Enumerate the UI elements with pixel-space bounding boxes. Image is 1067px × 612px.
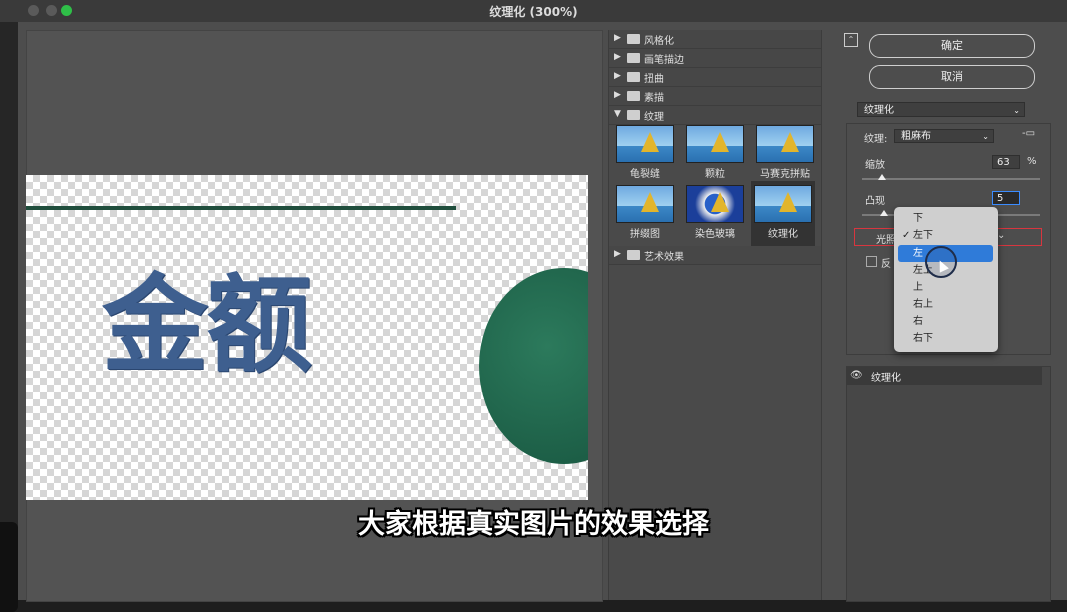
gallery-group-brush-strokes[interactable]: ▶ 画笔描边 — [609, 49, 821, 68]
filter-select-value: 纹理化 — [864, 105, 894, 116]
scale-label: 缩放 — [865, 160, 885, 171]
light-option-bottom[interactable]: 下 — [894, 210, 998, 227]
gallery-group-artistic[interactable]: ▶ 艺术效果 — [609, 246, 821, 265]
thumb-grain[interactable]: 颗粒 — [683, 125, 747, 180]
effect-layer-row[interactable]: 👁 纹理化 — [846, 367, 1042, 385]
effect-layers-panel — [846, 366, 1051, 602]
thumbnail-image — [754, 185, 812, 223]
thumbnail-image — [616, 125, 674, 163]
canvas-text: 金额 — [102, 264, 312, 387]
gallery-group-sketch[interactable]: ▶ 素描 — [609, 87, 821, 106]
folder-icon — [627, 34, 640, 44]
scale-unit: % — [1027, 156, 1037, 167]
light-option-bottom-left[interactable]: ✓ 左下 — [894, 227, 998, 244]
chevron-down-icon: ▼ — [614, 109, 621, 119]
gallery-group-stylize[interactable]: ▶ 风格化 — [609, 30, 821, 49]
chevron-down-icon: ⌄ — [1013, 106, 1020, 115]
chevron-right-icon: ▶ — [614, 90, 621, 100]
gallery-group-texture[interactable]: ▼ 纹理 — [609, 106, 821, 125]
folder-icon — [627, 53, 640, 63]
effect-layer-label: 纹理化 — [871, 373, 901, 384]
canvas-line-shape — [26, 206, 456, 210]
invert-checkbox[interactable] — [866, 256, 877, 267]
light-option-right[interactable]: 右 — [894, 313, 998, 330]
texture-thumbnails: 龟裂缝 颗粒 马赛克拼贴 拼缀图 染色玻璃 纹理化 — [609, 125, 821, 266]
light-option-bottom-right[interactable]: 右下 — [894, 330, 998, 347]
relief-slider-knob[interactable] — [879, 210, 888, 216]
thumb-craquelure[interactable]: 龟裂缝 — [613, 125, 677, 180]
light-dropdown-menu: 下 ✓ 左下 左 左上 上 右上 右 右下 — [894, 207, 998, 352]
light-option-top[interactable]: 上 — [894, 279, 998, 296]
canvas-circle-shape — [479, 268, 588, 464]
chevron-right-icon: ▶ — [614, 71, 621, 81]
texture-menu-icon[interactable]: -▭ — [1022, 128, 1035, 139]
eye-icon[interactable]: 👁 — [850, 370, 863, 381]
relief-label: 凸现 — [865, 196, 885, 207]
mouse-cursor-icon — [925, 246, 957, 278]
folder-open-icon — [627, 110, 640, 120]
thumbnail-image — [686, 125, 744, 163]
chevron-right-icon: ▶ — [614, 249, 621, 259]
gallery-group-distort[interactable]: ▶ 扭曲 — [609, 68, 821, 87]
checkmark-icon: ✓ — [902, 230, 911, 241]
chevron-down-icon: ⌄ — [997, 230, 1006, 241]
preview-canvas[interactable]: 金额 — [26, 175, 588, 500]
texture-select[interactable]: 粗麻布 ⌄ — [894, 129, 994, 143]
thumbnail-image — [616, 185, 674, 223]
window-title: 纹理化 (300%) — [489, 5, 578, 19]
thumbnail-image — [686, 185, 744, 223]
scale-slider[interactable] — [862, 174, 1040, 180]
chevron-down-icon: ⌄ — [982, 132, 989, 141]
folder-icon — [627, 250, 640, 260]
thumbnail-image — [756, 125, 814, 163]
video-subtitle: 大家根据真实图片的效果选择 — [358, 509, 709, 540]
scale-slider-knob[interactable] — [878, 174, 887, 180]
folder-icon — [627, 72, 640, 82]
collapse-gallery-icon[interactable]: ⌃ — [844, 33, 858, 47]
window-titlebar: 纹理化 (300%) — [0, 0, 1067, 23]
texture-label: 纹理: — [864, 134, 888, 145]
light-option-top-right[interactable]: 右上 — [894, 296, 998, 313]
scale-input[interactable]: 63 — [992, 155, 1020, 169]
relief-input[interactable]: 5 — [992, 191, 1020, 205]
thumb-mosaic-tiles[interactable]: 马赛克拼贴 — [753, 125, 817, 180]
cancel-button[interactable]: 取消 — [869, 65, 1035, 89]
thumb-patchwork[interactable]: 拼缀图 — [613, 185, 677, 240]
invert-label: 反 — [881, 259, 891, 270]
thumb-stained-glass[interactable]: 染色玻璃 — [683, 185, 747, 240]
filter-select[interactable]: 纹理化 ⌄ — [857, 102, 1025, 117]
chevron-right-icon: ▶ — [614, 33, 621, 43]
ok-button[interactable]: 确定 — [869, 34, 1035, 58]
chevron-right-icon: ▶ — [614, 52, 621, 62]
light-label: 光照 — [876, 235, 896, 246]
folder-icon — [627, 91, 640, 101]
texture-select-value: 粗麻布 — [901, 131, 931, 142]
